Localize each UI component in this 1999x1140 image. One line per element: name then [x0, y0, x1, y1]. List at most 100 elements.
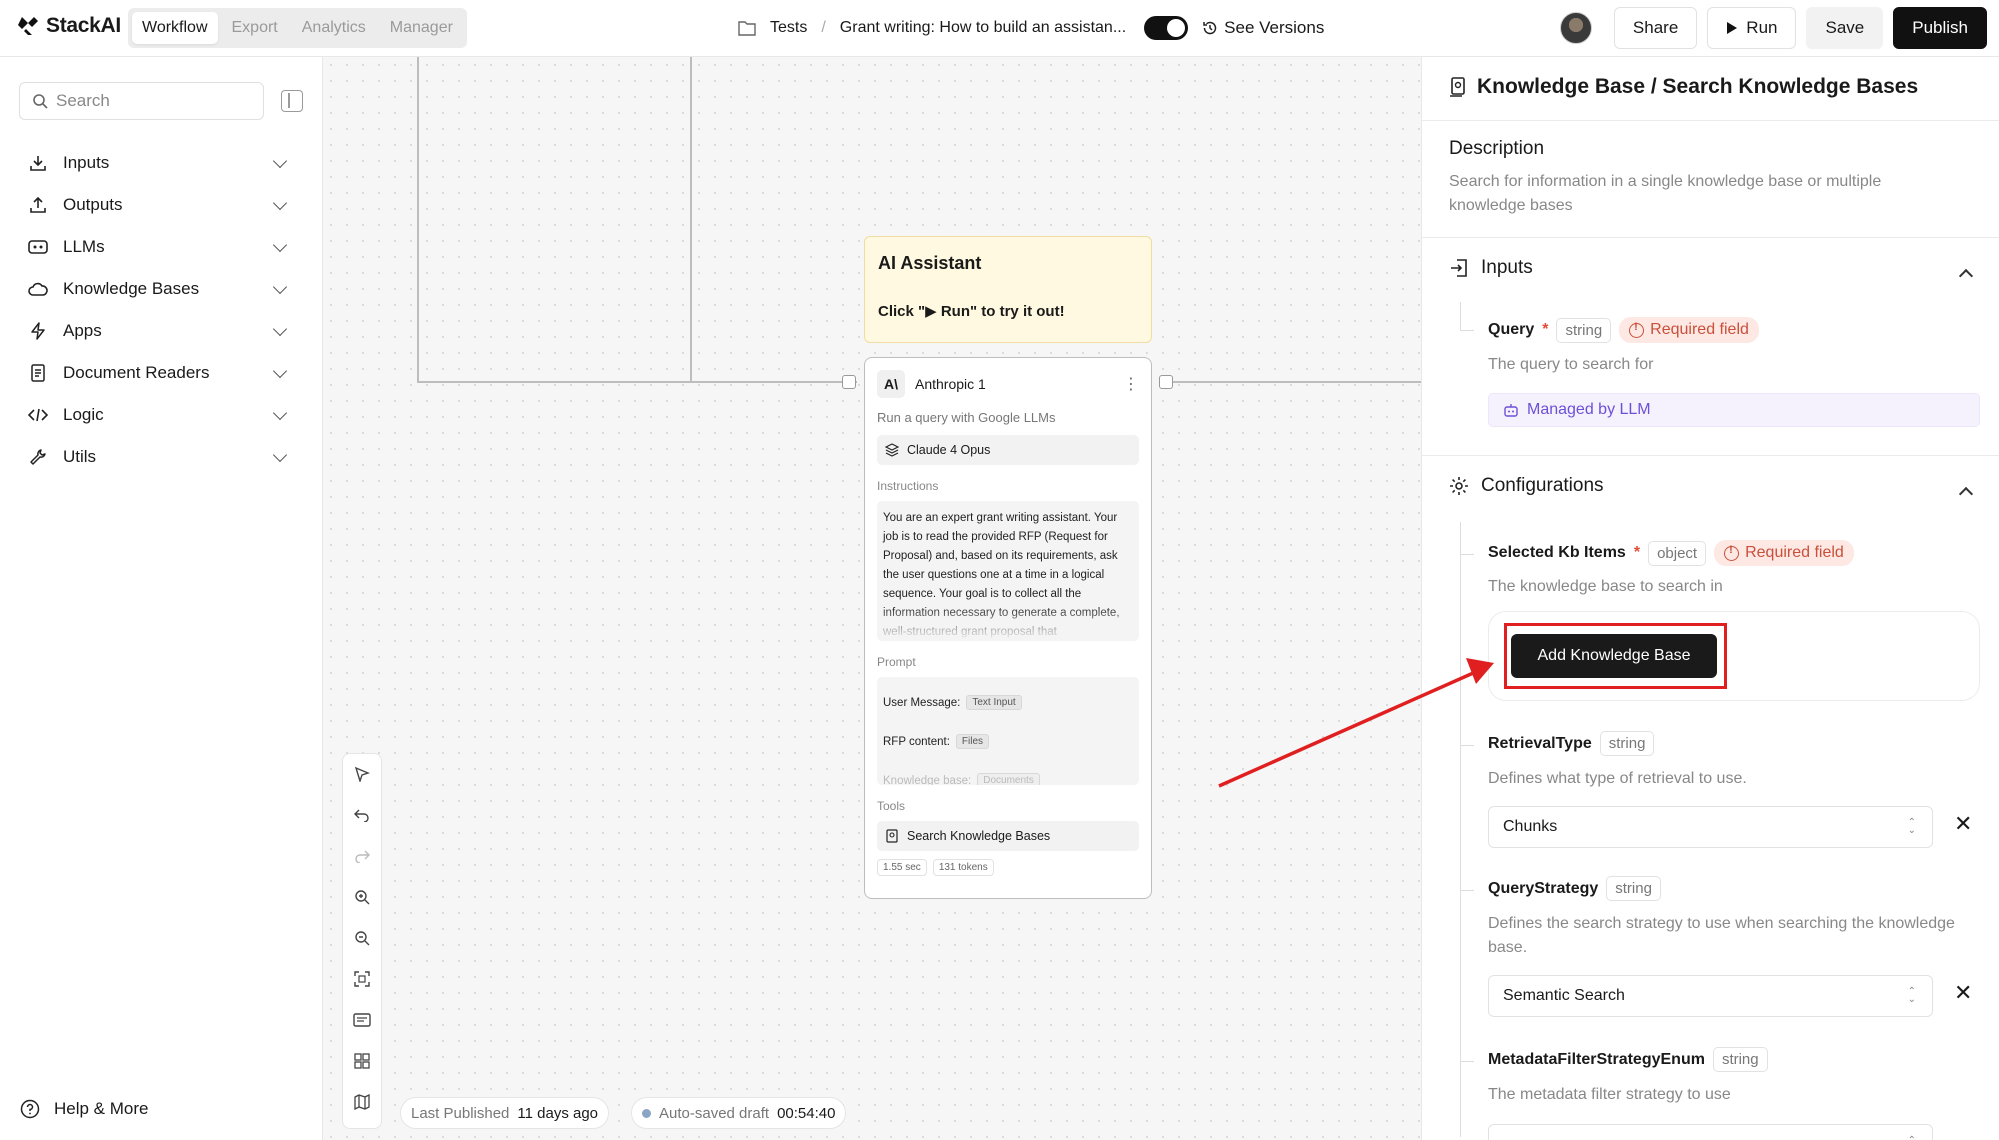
- save-button[interactable]: Save: [1806, 7, 1884, 49]
- pointer-icon[interactable]: [352, 764, 372, 784]
- see-versions-button[interactable]: See Versions: [1202, 18, 1324, 38]
- last-published-status: Last Published 11 days ago: [400, 1097, 610, 1129]
- sidebar-item-knowledge-bases[interactable]: Knowledge Bases: [27, 268, 297, 310]
- clear-query-strategy-icon[interactable]: ✕: [1954, 980, 1972, 1006]
- inputs-section-header[interactable]: Inputs: [1449, 257, 1533, 279]
- fit-view-icon[interactable]: [352, 969, 372, 989]
- input-port[interactable]: [842, 375, 856, 389]
- panel-title-text: Knowledge Base / Search Knowledge Bases: [1477, 75, 1919, 98]
- layers-icon: [885, 443, 899, 457]
- stackai-logo-icon: [18, 17, 38, 35]
- minimap-icon[interactable]: [352, 1092, 372, 1112]
- note-icon[interactable]: [352, 1010, 372, 1030]
- prompt-line: Knowledge base: Documents: [883, 761, 1133, 785]
- tab-workflow[interactable]: Workflow: [132, 12, 218, 44]
- sidebar-item-apps[interactable]: Apps: [27, 310, 297, 352]
- sidebar-item-logic[interactable]: Logic: [27, 394, 297, 436]
- robot-icon: [1504, 404, 1518, 417]
- connection-line: [1167, 381, 1421, 383]
- tab-export[interactable]: Export: [222, 12, 288, 44]
- tab-manager[interactable]: Manager: [380, 12, 463, 44]
- prompt-line: RFP content: Files: [883, 722, 1133, 761]
- run-button[interactable]: Run: [1707, 7, 1797, 49]
- last-published-value: 11 days ago: [517, 1104, 599, 1122]
- workflow-canvas[interactable]: AI Assistant Click "▶ Run" to try it out…: [323, 57, 1421, 1140]
- add-knowledge-base-button[interactable]: Add Knowledge Base: [1511, 634, 1717, 678]
- main-tabs: Workflow Export Analytics Manager: [128, 8, 467, 48]
- redo-icon[interactable]: [352, 846, 372, 866]
- publish-toggle[interactable]: [1144, 16, 1189, 40]
- query-strategy-type-chip: string: [1606, 876, 1661, 901]
- chevron-up-icon[interactable]: [1958, 268, 1974, 284]
- sidebar-item-outputs[interactable]: Outputs: [27, 184, 297, 226]
- sidebar-item-utils[interactable]: Utils: [27, 436, 297, 478]
- undo-icon[interactable]: [352, 805, 372, 825]
- tree-branch: [1460, 330, 1474, 331]
- sticky-note[interactable]: AI Assistant Click "▶ Run" to try it out…: [864, 236, 1152, 343]
- sidebar-item-label: Utils: [63, 447, 97, 466]
- canvas-toolbar: [342, 753, 382, 1129]
- query-field-name: Query: [1488, 321, 1535, 338]
- more-options-icon[interactable]: ⋮: [1123, 374, 1139, 394]
- tab-analytics[interactable]: Analytics: [292, 12, 376, 44]
- sidebar-item-label: Document Readers: [63, 363, 210, 382]
- collapse-sidebar-icon[interactable]: [281, 90, 303, 112]
- breadcrumb-folder[interactable]: Tests: [770, 19, 807, 37]
- last-published-label: Last Published: [411, 1104, 510, 1122]
- sidebar-item-llms[interactable]: LLMs: [27, 226, 297, 268]
- required-field-label: Required field: [1650, 321, 1749, 338]
- sidebar-item-document-readers[interactable]: Document Readers: [27, 352, 297, 394]
- node-header: A\ Anthropic 1 ⋮: [877, 370, 1139, 398]
- help-and-more-button[interactable]: Help & More: [20, 1099, 148, 1119]
- prompt-line: User Message: Text Input: [883, 683, 1133, 722]
- configurations-section-header[interactable]: Configurations: [1449, 475, 1604, 497]
- prompt-box[interactable]: User Message: Text Input RFP content: Fi…: [877, 677, 1139, 785]
- history-icon: [1203, 21, 1217, 35]
- retrieval-type-field-name: RetrievalType: [1488, 734, 1592, 752]
- instructions-text[interactable]: You are an expert grant writing assistan…: [877, 501, 1139, 641]
- run-label: Run: [1746, 18, 1778, 37]
- knowledge-base-icon: [886, 829, 898, 843]
- metadata-filter-select[interactable]: ⌃⌄: [1488, 1124, 1933, 1140]
- publish-button[interactable]: Publish: [1893, 7, 1987, 49]
- chevron-up-icon[interactable]: [1958, 486, 1974, 502]
- metadata-filter-type-chip: string: [1712, 1047, 1768, 1072]
- llm-icon: [27, 236, 49, 258]
- query-strategy-select[interactable]: Semantic Search ⌃ ⌄: [1488, 975, 1933, 1017]
- bolt-icon: [27, 320, 49, 342]
- zoom-in-icon[interactable]: [352, 887, 372, 907]
- user-avatar[interactable]: [1559, 12, 1592, 44]
- chevron-down-icon: [272, 363, 288, 379]
- alert-circle-icon: [1629, 321, 1645, 338]
- project-title[interactable]: Grant writing: How to build an assistan.…: [840, 19, 1126, 37]
- required-field-label: Required field: [1745, 544, 1844, 561]
- managed-by-llm-toggle[interactable]: Managed by LLM: [1488, 393, 1980, 427]
- sidebar-search-input[interactable]: Search: [19, 82, 264, 120]
- anthropic-node[interactable]: A\ Anthropic 1 ⋮ Run a query with Google…: [864, 357, 1152, 899]
- sidebar-item-inputs[interactable]: Inputs: [27, 142, 297, 184]
- share-button[interactable]: Share: [1613, 7, 1698, 49]
- model-selector[interactable]: Claude 4 Opus: [877, 435, 1139, 465]
- node-subtitle: Run a query with Google LLMs: [877, 410, 1056, 425]
- knowledge-base-icon: [1450, 77, 1465, 97]
- autosave-dot: [642, 1108, 651, 1118]
- search-icon: [33, 94, 48, 109]
- variable-chip: Text Input: [966, 695, 1022, 710]
- query-strategy-description: Defines the search strategy to use when …: [1488, 915, 1955, 956]
- prompt-label: Prompt: [877, 655, 916, 669]
- query-strategy-field-name: QueryStrategy: [1488, 879, 1599, 897]
- output-port[interactable]: [1159, 375, 1173, 389]
- upload-icon: [27, 194, 49, 216]
- prompt-line-label: Knowledge base:: [883, 774, 972, 786]
- required-asterisk: *: [1542, 321, 1549, 338]
- tool-item[interactable]: Search Knowledge Bases: [877, 821, 1139, 851]
- clear-retrieval-type-icon[interactable]: ✕: [1954, 811, 1972, 837]
- divider: [1422, 120, 1999, 121]
- stackai-logo[interactable]: StackAI: [16, 14, 121, 38]
- retrieval-type-select[interactable]: Chunks ⌃ ⌄: [1488, 806, 1933, 848]
- tree-branch: [1460, 745, 1474, 746]
- layout-grid-icon[interactable]: [352, 1051, 372, 1071]
- zoom-out-icon[interactable]: [352, 928, 372, 948]
- search-placeholder: Search: [56, 91, 110, 110]
- tree-line: [1460, 522, 1461, 1137]
